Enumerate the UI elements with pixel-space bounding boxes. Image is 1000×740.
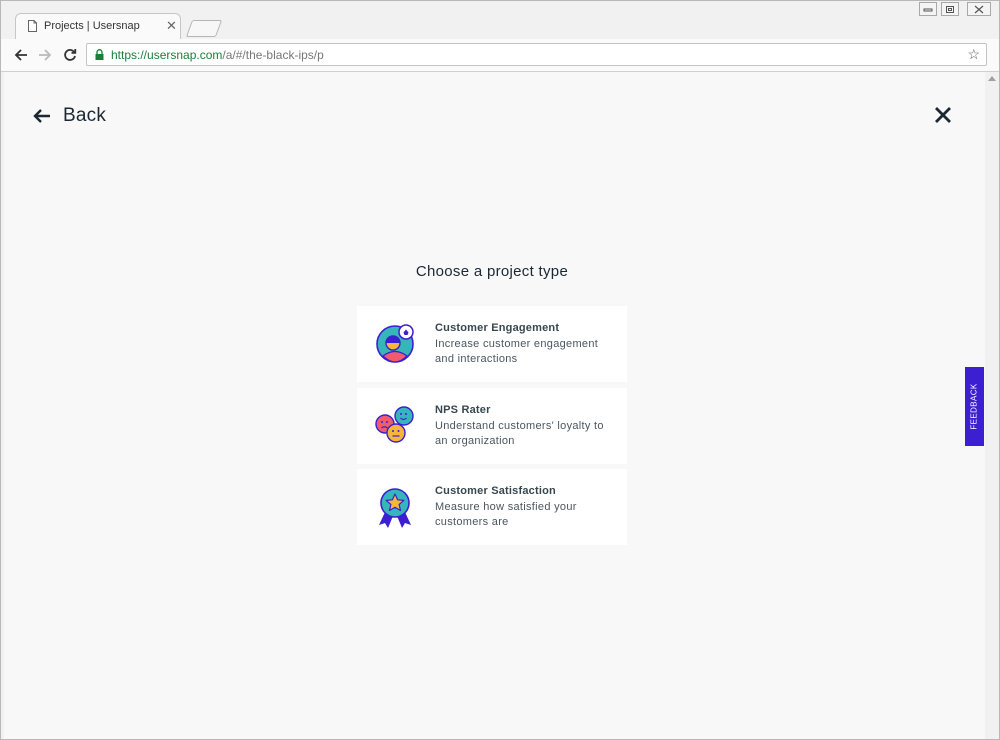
project-card-customer-engagement[interactable]: Customer Engagement Increase customer en… (357, 306, 627, 382)
feedback-button[interactable]: FEEDBACK (965, 367, 984, 446)
minimize-button[interactable] (919, 2, 937, 16)
scroll-up-arrow-icon[interactable] (988, 76, 996, 81)
tab-title: Projects | Usersnap (44, 20, 140, 32)
nps-rater-icon (375, 406, 414, 443)
tab-close-icon[interactable]: ✕ (166, 18, 177, 34)
close-icon[interactable] (932, 104, 954, 126)
feedback-label: FEEDBACK (970, 383, 980, 430)
back-button[interactable]: Back (33, 104, 106, 128)
forward-nav-button[interactable] (36, 46, 54, 64)
lock-icon (95, 49, 104, 60)
customer-engagement-icon (376, 324, 414, 363)
card-title: NPS Rater (435, 404, 491, 416)
card-title: Customer Satisfaction (435, 485, 556, 497)
minimize-icon (923, 8, 933, 12)
back-nav-button[interactable] (12, 46, 30, 64)
window-close-button[interactable] (967, 2, 991, 16)
document-icon (28, 20, 37, 32)
url-text: https://usersnap.com/a/#/the-black-ips/p (111, 48, 324, 62)
bookmark-star-icon[interactable]: ☆ (967, 46, 980, 63)
card-description: Understand customers' loyalty to an orga… (435, 420, 604, 447)
page-content: Back Choose a project type Customer Enga… (4, 72, 985, 739)
browser-window: Projects | Usersnap ✕ https://usersnap.c… (0, 0, 1000, 740)
browser-toolbar: https://usersnap.com/a/#/the-black-ips/p… (1, 39, 999, 72)
arrow-left-icon (14, 49, 27, 61)
maximize-button[interactable] (941, 2, 959, 16)
project-card-customer-satisfaction[interactable]: Customer Satisfaction Measure how satisf… (357, 469, 627, 545)
new-tab-button[interactable] (185, 20, 223, 37)
card-title: Customer Engagement (435, 322, 560, 334)
back-label: Back (63, 105, 107, 126)
url-scheme: https:// (111, 48, 148, 62)
reload-icon (64, 49, 77, 61)
window-close-icon (974, 5, 984, 13)
tab-strip: Projects | Usersnap ✕ (1, 1, 999, 40)
maximize-icon (946, 5, 954, 13)
address-bar[interactable]: https://usersnap.com/a/#/the-black-ips/p… (86, 43, 987, 66)
browser-tab[interactable]: Projects | Usersnap ✕ (15, 13, 181, 40)
page-title: Choose a project type (415, 263, 569, 280)
card-description: Measure how satisfied your customers are (435, 501, 577, 528)
reload-button[interactable] (61, 46, 79, 64)
url-path: /a/#/the-black-ips/p (222, 48, 324, 62)
card-description: Increase customer engagement and interac… (435, 338, 599, 365)
arrow-right-icon (39, 49, 52, 61)
url-host: usersnap.com (147, 48, 223, 62)
customer-satisfaction-icon (379, 488, 411, 528)
project-card-nps-rater[interactable]: NPS Rater Understand customers' loyalty … (357, 388, 627, 464)
scrollbar[interactable] (985, 72, 999, 739)
arrow-left-icon (33, 109, 50, 123)
